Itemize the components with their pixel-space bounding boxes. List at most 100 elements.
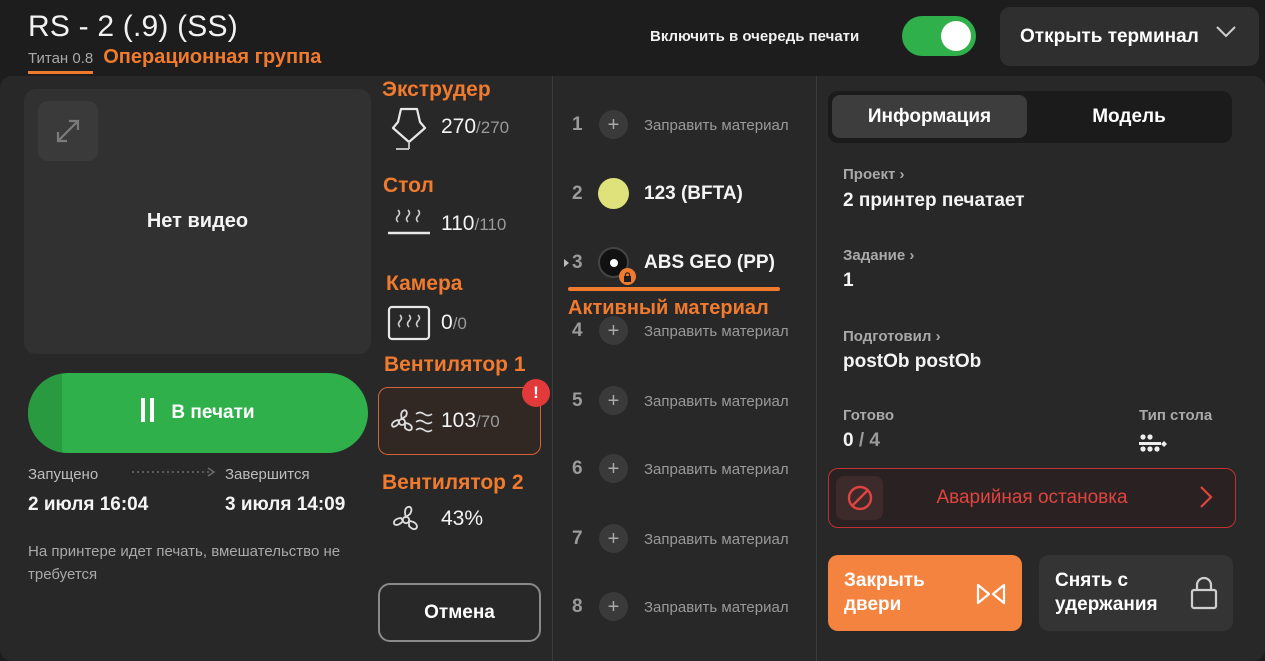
bed-value: 110/110: [441, 212, 507, 235]
active-material-label: Активный материал: [568, 297, 769, 319]
print-status-label: В печати: [171, 402, 255, 423]
plus-icon: +: [599, 110, 628, 139]
tab-model[interactable]: Модель: [1030, 95, 1228, 138]
swatch-dot: [610, 259, 618, 267]
page-title: RS - 2 (.9) (SS): [28, 10, 238, 43]
fill-material-label: Заправить материал: [644, 117, 789, 134]
active-marker-icon: [564, 259, 569, 267]
extruder-value: 270/270: [441, 115, 510, 138]
bed-heat-icon: [388, 209, 430, 235]
slot-number: 6: [572, 458, 583, 479]
divider: [816, 76, 817, 661]
fan2-value: 43%: [441, 507, 484, 530]
chevron-down-icon: [1216, 26, 1236, 38]
slot-number: 8: [572, 596, 583, 617]
prepared-value: postOb postOb: [843, 351, 982, 372]
ready-value: 0 / 4: [843, 430, 880, 451]
expand-icon: [56, 119, 80, 143]
divider: [552, 76, 553, 661]
material-name: ABS GEO (PP): [644, 252, 775, 273]
open-terminal-label: Открыть терминал: [1020, 25, 1199, 47]
material-slot[interactable]: 8 + Заправить материал: [560, 589, 810, 625]
chevron-right-icon: ›: [899, 166, 905, 183]
active-material-underline: [568, 287, 780, 291]
lock-icon: [1190, 576, 1218, 610]
no-video-text: Нет видео: [146, 210, 249, 232]
lock-badge-icon: [619, 268, 636, 285]
material-slot[interactable]: 5 + Заправить материал: [560, 383, 810, 419]
task-label[interactable]: Задание ›: [843, 247, 914, 264]
unhold-button[interactable]: Снять с удержания: [1039, 555, 1233, 631]
material-name: 123 (BFTA): [644, 183, 743, 204]
fill-material-label: Заправить материал: [644, 461, 789, 478]
slot-number: 5: [572, 390, 583, 411]
chamber-title: Камера: [386, 272, 463, 295]
project-value: 2 принтер печатает: [843, 190, 1025, 211]
print-progress-fill: [28, 373, 62, 453]
fill-material-label: Заправить материал: [644, 323, 789, 340]
chevron-right-icon: [1200, 486, 1213, 508]
chamber-value: 0/0: [441, 311, 467, 334]
expand-button[interactable]: [38, 101, 98, 161]
plus-icon: +: [599, 386, 628, 415]
prepared-label[interactable]: Подготовил ›: [843, 328, 941, 345]
slot-number: 7: [572, 528, 583, 549]
material-slot[interactable]: 2 123 (BFTA): [560, 176, 810, 212]
material-slot[interactable]: 3 ABS GEO (PP): [560, 245, 810, 285]
queue-toggle[interactable]: [902, 16, 976, 56]
plus-icon: +: [599, 592, 628, 621]
fan2-title: Вентилятор 2: [382, 471, 524, 494]
project-label[interactable]: Проект ›: [843, 166, 904, 183]
material-slot[interactable]: 6 + Заправить материал: [560, 451, 810, 487]
fan-icon: [393, 505, 418, 531]
ready-label: Готово: [843, 407, 895, 424]
fill-material-label: Заправить материал: [644, 599, 789, 616]
printer-model: Титан 0.8: [28, 50, 94, 74]
slot-number: 2: [572, 183, 583, 204]
material-slot[interactable]: 1 + Заправить материал: [560, 107, 810, 143]
plus-icon: +: [599, 316, 628, 345]
open-terminal-button[interactable]: Открыть терминал: [1000, 7, 1259, 66]
started-value: 2 июля 16:04: [28, 494, 149, 515]
chamber-icon: [387, 305, 431, 341]
warning-icon: !: [522, 379, 550, 407]
fan-airflow-icon: [391, 409, 433, 433]
slot-number: 1: [572, 114, 583, 135]
chevron-right-icon: ›: [935, 328, 941, 345]
arrow-dotted-icon: [132, 467, 216, 477]
subtitle-row: Титан 0.8 Операционная группа: [28, 46, 321, 74]
unhold-label: Снять с удержания: [1055, 570, 1158, 615]
extruder-title: Экструдер: [382, 78, 491, 101]
cancel-button[interactable]: Отмена: [378, 583, 541, 642]
fan1-value: 103/70: [441, 409, 500, 432]
close-doors-button[interactable]: Закрыть двери: [828, 555, 1022, 631]
bed-type-label: Тип стола: [1139, 407, 1213, 424]
extruder-icon: [391, 107, 427, 150]
fill-material-label: Заправить материал: [644, 393, 789, 410]
printer-page: RS - 2 (.9) (SS) Титан 0.8 Операционная …: [0, 0, 1265, 661]
emergency-stop-label: Аварийная остановка: [936, 487, 1128, 508]
print-status-button[interactable]: В печати: [28, 373, 368, 453]
ends-value: 3 июля 14:09: [225, 494, 346, 515]
slot-number: 4: [572, 320, 583, 341]
plus-icon: +: [599, 454, 628, 483]
material-color-swatch: [598, 178, 629, 209]
close-doors-label: Закрыть двери: [844, 570, 925, 615]
material-slot[interactable]: 7 + Заправить материал: [560, 521, 810, 557]
fill-material-label: Заправить материал: [644, 531, 789, 548]
toggle-knob: [941, 21, 971, 51]
slot-number: 3: [572, 252, 583, 273]
doors-close-icon: [976, 583, 1006, 605]
fan1-title: Вентилятор 1: [384, 353, 526, 376]
plus-icon: +: [599, 524, 628, 553]
ends-label: Завершится: [225, 466, 310, 483]
tab-info[interactable]: Информация: [832, 95, 1027, 138]
task-value: 1: [843, 270, 854, 291]
cancel-label: Отмена: [424, 601, 495, 623]
queue-label: Включить в очередь печати: [650, 28, 860, 45]
emergency-stop-button[interactable]: Аварийная остановка: [828, 468, 1236, 528]
started-label: Запущено: [28, 466, 99, 483]
group-label: Операционная группа: [103, 46, 322, 68]
bed-type-icon: [1139, 434, 1167, 452]
bed-title: Стол: [383, 174, 434, 197]
